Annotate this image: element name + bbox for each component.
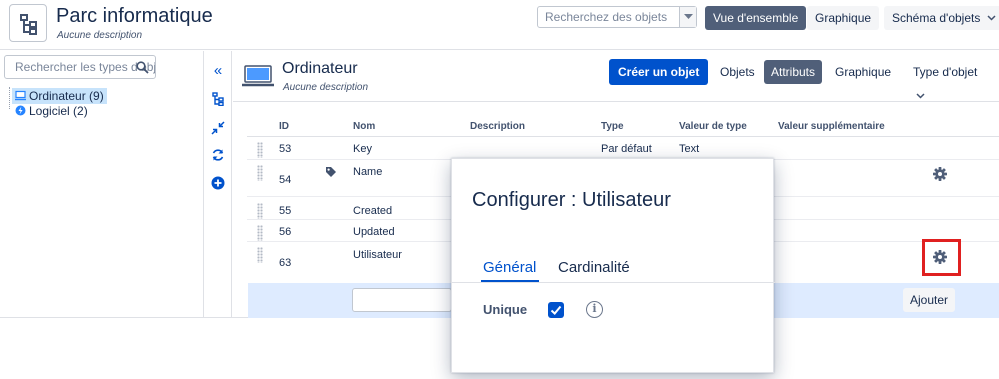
collapse-arrows-icon[interactable] — [211, 121, 225, 135]
column-header-extra-value: Valeur supplémentaire — [778, 121, 885, 132]
drag-handle-icon[interactable] — [257, 203, 263, 219]
create-object-button[interactable]: Créer un objet — [609, 59, 709, 85]
tree-item-logiciel[interactable]: Logiciel (2) — [12, 103, 91, 119]
schema-header: Parc informatique Aucune description Rec… — [0, 0, 999, 50]
new-attribute-name-input[interactable] — [352, 288, 452, 312]
object-search-placeholder: Recherchez des objets — [545, 10, 668, 24]
row-id: 54 — [279, 174, 292, 186]
row-id: 53 — [279, 143, 292, 155]
drag-handle-icon[interactable] — [257, 247, 263, 263]
tab-objects[interactable]: Objets — [713, 60, 762, 84]
computer-icon — [242, 65, 274, 87]
drag-handle-icon[interactable] — [257, 165, 263, 181]
overview-button[interactable]: Vue d'ensemble — [705, 6, 807, 30]
row-type-value: Text — [679, 143, 700, 155]
row-name: Created — [353, 205, 393, 217]
search-icon — [136, 61, 149, 74]
highlight-annotation — [922, 239, 961, 276]
label-tag-icon — [326, 167, 336, 177]
object-type-title: Ordinateur — [282, 60, 358, 77]
chevron-down-icon — [916, 93, 925, 99]
tab-cardinality[interactable]: Cardinalité — [558, 259, 630, 276]
column-header-description: Description — [470, 121, 526, 132]
chevron-down-icon[interactable] — [679, 7, 696, 27]
software-icon — [15, 105, 26, 116]
graph-button[interactable]: Graphique — [807, 6, 880, 30]
row-id: 55 — [279, 205, 292, 217]
tree-item-label: Logiciel (2) — [29, 104, 88, 118]
tree-item-ordinateur[interactable]: Ordinateur (9) — [12, 88, 107, 104]
object-type-description: Aucune description — [283, 82, 369, 93]
object-type-menu[interactable]: Type d'objet — [906, 60, 999, 99]
checkmark-icon — [550, 305, 562, 315]
type-search-input[interactable]: Rechercher les types d'objet — [4, 55, 156, 79]
schema-menu-label: Schéma d'objets — [892, 11, 981, 25]
table-header-divider — [247, 136, 999, 137]
configure-attribute-dialog: Configurer : Utilisateur Général Cardina… — [451, 158, 775, 373]
column-header-name: Nom — [353, 121, 376, 132]
row-id: 56 — [279, 226, 292, 238]
row-type: Par défaut — [601, 143, 652, 155]
tree-icon[interactable] — [211, 92, 225, 107]
object-type-menu-label: Type d'objet — [913, 65, 978, 79]
drag-handle-icon[interactable] — [257, 142, 263, 158]
add-circle-icon[interactable] — [211, 176, 225, 190]
type-search-placeholder: Rechercher les types d'objet — [15, 60, 156, 74]
schema-menu-button[interactable]: Schéma d'objets — [884, 6, 999, 30]
tree-connector — [9, 87, 10, 109]
row-name: Name — [353, 166, 383, 178]
column-header-type: Type — [601, 121, 624, 132]
collapse-left-icon[interactable]: « — [211, 63, 225, 78]
chevron-down-icon — [987, 15, 996, 21]
tab-graph[interactable]: Graphique — [828, 60, 898, 84]
tab-divider — [452, 282, 775, 283]
info-icon[interactable]: i — [586, 301, 603, 318]
row-name: Utilisateur — [353, 249, 402, 261]
tab-attributes[interactable]: Attributs — [764, 60, 823, 84]
row-id: 63 — [279, 257, 292, 269]
column-header-id: ID — [279, 121, 289, 132]
row-name: Key — [353, 143, 372, 155]
add-button[interactable]: Ajouter — [903, 288, 956, 312]
divider — [233, 101, 999, 102]
schema-hierarchy-icon — [9, 4, 47, 42]
object-search-input[interactable]: Recherchez des objets — [537, 6, 697, 28]
dialog-title: Configurer : Utilisateur — [472, 189, 671, 211]
drag-handle-icon[interactable] — [257, 225, 263, 241]
gear-icon[interactable] — [933, 167, 947, 181]
unique-label: Unique — [483, 302, 528, 317]
schema-description: Aucune description — [57, 30, 143, 41]
column-header-type-value: Valeur de type — [679, 121, 747, 132]
computer-icon — [15, 90, 26, 101]
tree-actions-rail: « — [205, 51, 232, 318]
tree-item-label: Ordinateur (9) — [29, 89, 104, 103]
refresh-icon[interactable] — [211, 148, 225, 162]
schema-title: Parc informatique — [56, 5, 213, 27]
unique-checkbox[interactable] — [548, 302, 564, 318]
tab-general[interactable]: Général — [483, 259, 536, 276]
object-type-panel: Rechercher les types d'objet Ordinateur … — [0, 51, 204, 318]
row-name: Updated — [353, 226, 395, 238]
